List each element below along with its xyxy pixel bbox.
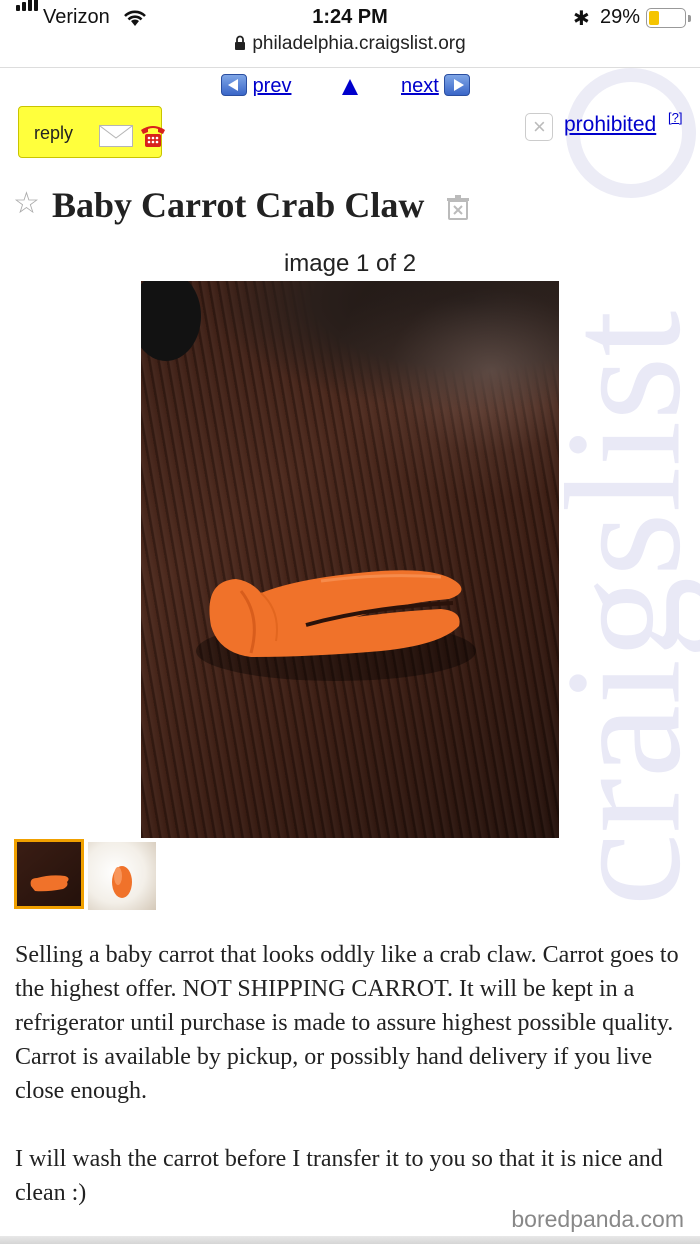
- posting-body-paragraph-1: Selling a baby carrot that looks oddly l…: [15, 942, 679, 1104]
- battery-icon: [646, 8, 691, 28]
- next-label[interactable]: next: [401, 75, 439, 97]
- bottom-map-strip: [0, 1236, 700, 1244]
- address-bar[interactable]: philadelphia.craigslist.org: [0, 33, 700, 63]
- bluetooth-icon: ✱: [573, 8, 590, 30]
- thumbnail-2[interactable]: [88, 842, 156, 910]
- image-counter: image 1 of 2: [283, 250, 417, 277]
- carrot-image: [196, 570, 476, 681]
- thumbnail-carrot-plate: [112, 866, 132, 898]
- posting-title: Baby Carrot Crab Claw: [52, 185, 425, 225]
- favorite-star-icon[interactable]: ☆: [13, 186, 40, 221]
- thumbnail-1[interactable]: [14, 839, 84, 909]
- right-arrow-icon: [444, 74, 471, 96]
- lock-icon: [235, 35, 246, 50]
- prohibited-link[interactable]: prohibited: [564, 113, 656, 137]
- next-link[interactable]: next: [401, 74, 471, 100]
- source-credit: boredpanda.com: [511, 1206, 684, 1232]
- prev-link[interactable]: prev: [221, 74, 291, 100]
- left-arrow-icon: [221, 74, 247, 96]
- craigslist-watermark: craigslist: [548, 66, 700, 956]
- status-bar: Verizon 1:24 PM ✱ 29%: [0, 0, 700, 34]
- up-link[interactable]: [342, 78, 358, 104]
- url-text: philadelphia.craigslist.org: [252, 33, 466, 54]
- prohibited-checkbox[interactable]: [525, 113, 553, 141]
- header-divider: [0, 67, 700, 68]
- telephone-icon: [141, 126, 165, 147]
- prohibited-help-link[interactable]: [?]: [668, 110, 682, 125]
- up-arrow-icon: [342, 79, 358, 95]
- hide-trash-icon[interactable]: [446, 195, 470, 221]
- posting-body: Selling a baby carrot that looks oddly l…: [15, 938, 685, 1244]
- clock: 1:24 PM: [312, 6, 388, 28]
- thumbnail-carrot: [30, 875, 69, 892]
- posting-body-paragraph-2: I will wash the carrot before I transfer…: [15, 1146, 663, 1206]
- envelope-icon: [99, 125, 133, 147]
- battery-percentage: 29%: [600, 6, 641, 28]
- reply-label: reply: [34, 123, 74, 143]
- watermark-text: craigslist: [548, 310, 700, 907]
- prev-label[interactable]: prev: [253, 75, 292, 97]
- reply-button[interactable]: reply: [18, 106, 165, 158]
- main-photo[interactable]: [141, 281, 559, 838]
